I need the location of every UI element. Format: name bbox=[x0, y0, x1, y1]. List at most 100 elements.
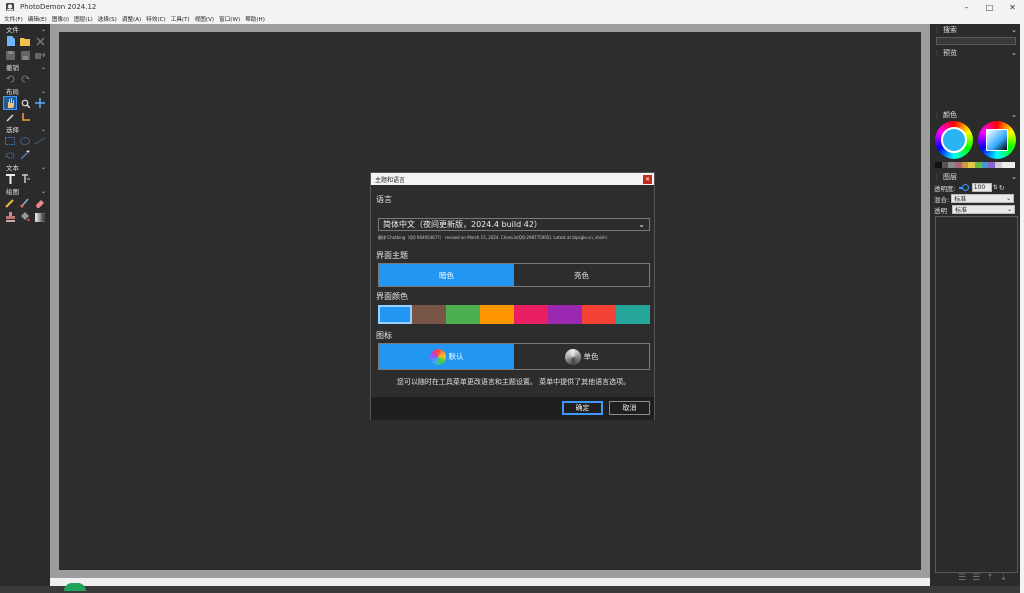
typography-tool-icon[interactable] bbox=[19, 173, 31, 185]
minimize-icon[interactable]: – bbox=[955, 0, 978, 14]
close-image-icon[interactable] bbox=[34, 35, 46, 47]
toolbox-section-layout[interactable]: 布局 ⌄ bbox=[0, 86, 50, 97]
menu-item[interactable]: 帮助(H) bbox=[245, 15, 265, 23]
toolbox-section-paint[interactable]: 绘图 ⌄ bbox=[0, 186, 50, 197]
menu-item[interactable]: 窗口(W) bbox=[219, 15, 240, 23]
preview-area bbox=[930, 58, 1020, 109]
opacity-stepper[interactable]: ⇅ bbox=[993, 184, 998, 191]
secondary-color-wheel[interactable] bbox=[978, 121, 1016, 159]
reset-icon[interactable]: ↻ bbox=[999, 184, 1005, 192]
blend-mode-select[interactable]: 标准 ⌄ bbox=[951, 194, 1015, 203]
icons-label: 图标 bbox=[376, 331, 392, 340]
chevron-down-icon: ⌄ bbox=[40, 25, 46, 33]
icon-mono-button[interactable]: 单色 bbox=[514, 344, 649, 369]
magic-wand-icon[interactable] bbox=[19, 149, 31, 161]
chevron-down-icon: ⌄ bbox=[40, 163, 46, 171]
panel-search[interactable]: ⋮ 搜索 ⌄ bbox=[930, 24, 1020, 35]
rect-select-icon[interactable] bbox=[4, 135, 16, 147]
new-file-icon[interactable] bbox=[4, 35, 16, 47]
chevron-down-icon: ⌄ bbox=[1011, 48, 1017, 57]
move-tool-icon[interactable] bbox=[34, 97, 46, 109]
maximize-icon[interactable]: □ bbox=[978, 0, 1001, 14]
gradient-tool-icon[interactable] bbox=[34, 211, 46, 223]
lasso-select-icon[interactable] bbox=[4, 149, 16, 161]
chevron-down-icon: ⌄ bbox=[40, 187, 46, 195]
line-select-icon[interactable] bbox=[34, 135, 46, 147]
chevron-down-icon: ⌄ bbox=[40, 125, 46, 133]
color-history-strip[interactable] bbox=[935, 162, 1016, 168]
close-icon[interactable]: ✕ bbox=[643, 174, 652, 184]
grip-icon: ⋮ bbox=[934, 111, 940, 119]
select-value: 标准 bbox=[954, 196, 967, 203]
status-strip bbox=[50, 578, 930, 591]
paint-bucket-icon[interactable] bbox=[19, 211, 31, 223]
language-label: 语言 bbox=[376, 195, 392, 204]
ellipse-select-icon[interactable] bbox=[19, 135, 31, 147]
close-icon[interactable]: ✕ bbox=[1001, 0, 1024, 14]
alpha-label: 透明 bbox=[934, 206, 947, 215]
toolbox-section-select[interactable]: 选择 ⌄ bbox=[0, 124, 50, 135]
theme-dark-button[interactable]: 暗色 bbox=[379, 264, 514, 286]
panel-title: 搜索 bbox=[943, 25, 957, 34]
menu-item[interactable]: 文件(F) bbox=[4, 15, 23, 23]
pencil-icon[interactable] bbox=[4, 197, 16, 209]
accent-swatch[interactable] bbox=[446, 305, 480, 324]
accent-swatch[interactable] bbox=[412, 305, 446, 324]
opacity-input[interactable]: 100 bbox=[971, 183, 992, 192]
panel-title: 颜色 bbox=[943, 110, 957, 119]
accent-swatch[interactable] bbox=[548, 305, 582, 324]
color-picker-icon[interactable] bbox=[4, 111, 16, 123]
theme-light-button[interactable]: 亮色 bbox=[514, 264, 649, 286]
zoom-tool-icon[interactable] bbox=[19, 97, 31, 109]
accent-swatch[interactable] bbox=[582, 305, 616, 324]
delete-layer-icon[interactable]: ☰ bbox=[972, 573, 980, 583]
accent-swatch[interactable] bbox=[378, 305, 412, 324]
theme-label: 界面主题 bbox=[376, 251, 408, 260]
grip-icon: ⋮ bbox=[934, 173, 940, 181]
search-input[interactable] bbox=[936, 37, 1016, 45]
accent-swatch[interactable] bbox=[616, 305, 650, 324]
toolbox-section-text[interactable]: 文本 ⌄ bbox=[0, 162, 50, 173]
menu-item[interactable]: 图层(L) bbox=[74, 15, 93, 23]
icon-default-button[interactable]: 默认 bbox=[379, 344, 514, 369]
opacity-slider[interactable] bbox=[958, 183, 969, 192]
alpha-mode-select[interactable]: 标准 ⌄ bbox=[952, 205, 1015, 214]
ok-button[interactable]: 确定 bbox=[562, 401, 603, 415]
hand-tool-icon[interactable] bbox=[3, 96, 17, 110]
clone-stamp-icon[interactable] bbox=[4, 211, 16, 223]
menu-item[interactable]: 选择(S) bbox=[98, 15, 117, 23]
open-folder-icon[interactable] bbox=[19, 35, 31, 47]
cancel-button[interactable]: 取消 bbox=[609, 401, 650, 415]
menu-item[interactable]: 编辑(E) bbox=[28, 15, 47, 23]
menu-item[interactable]: 调整(A) bbox=[122, 15, 141, 23]
panel-color[interactable]: ⋮ 颜色 ⌄ bbox=[930, 109, 1020, 120]
language-select[interactable]: 简体中文（夜间更新版，2024.4 build 42） ⌄ bbox=[378, 218, 650, 231]
toolbox-section-undo[interactable]: 撤销 ⌄ bbox=[0, 62, 50, 73]
section-label: 文本 bbox=[6, 164, 19, 172]
save-as-icon[interactable] bbox=[19, 49, 31, 61]
toolbox-section-file[interactable]: 文件 ⌄ bbox=[0, 24, 50, 35]
menu-item[interactable]: 视图(V) bbox=[195, 15, 214, 23]
crop-tool-icon[interactable] bbox=[19, 111, 31, 123]
save-icon[interactable] bbox=[4, 49, 16, 61]
redo-icon[interactable] bbox=[19, 73, 31, 85]
move-layer-up-icon[interactable]: ⇡ bbox=[986, 573, 994, 583]
accent-swatch[interactable] bbox=[514, 305, 548, 324]
export-icon[interactable] bbox=[34, 49, 46, 61]
menu-item[interactable]: 图像(I) bbox=[52, 15, 69, 23]
undo-icon[interactable] bbox=[4, 73, 16, 85]
menu-item[interactable]: 工具(T) bbox=[171, 15, 190, 23]
primary-color-wheel[interactable] bbox=[935, 121, 973, 159]
menu-item[interactable]: 特效(C) bbox=[146, 15, 165, 23]
select-value: 标准 bbox=[955, 207, 968, 214]
panel-layers[interactable]: ⋮ 图层 ⌄ bbox=[930, 171, 1020, 182]
eraser-icon[interactable] bbox=[34, 197, 46, 209]
add-layer-icon[interactable]: ☰ bbox=[958, 573, 966, 583]
brush-icon[interactable] bbox=[19, 197, 31, 209]
toolbox: 文件 ⌄ 撤销 ⌄ 布局 ⌄ 选择 ⌄ 文本 ⌄ 绘图 ⌄ bbox=[0, 24, 50, 586]
accent-swatch[interactable] bbox=[480, 305, 514, 324]
text-tool-icon[interactable] bbox=[4, 173, 16, 185]
layers-list[interactable] bbox=[935, 216, 1018, 573]
panel-preview[interactable]: ⋮ 预览 ⌄ bbox=[930, 47, 1020, 58]
move-layer-down-icon[interactable]: ⇣ bbox=[1000, 573, 1008, 583]
